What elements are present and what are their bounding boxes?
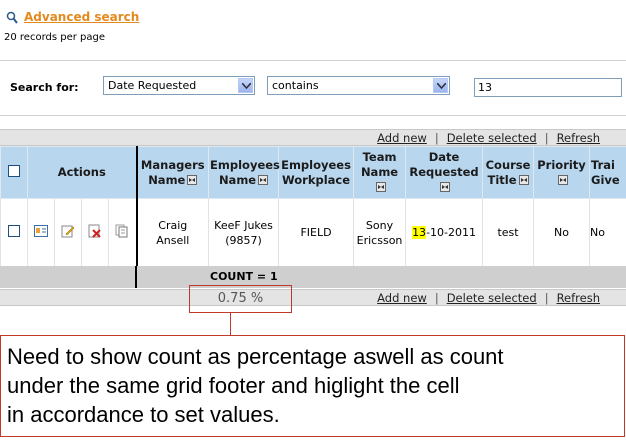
actions-header: Actions [26,146,138,199]
search-input[interactable]: 13 [474,78,622,97]
training-given-header[interactable]: Trai Give [589,146,626,199]
annotation-connector [230,313,231,335]
separator: | [544,291,549,305]
priority-header[interactable]: Priority [533,146,591,199]
magnifier-icon [6,11,18,24]
employees-name-header[interactable]: Employees Name [208,146,280,199]
separator: | [434,291,439,305]
divider [0,60,626,61]
header-label: Name [218,172,257,187]
search-label: Search for: [10,81,79,94]
copy-action-cell [107,198,138,267]
cell-text: Ansell [156,233,190,247]
header-row: Actions Managers Name Employees Name Emplo… [0,146,626,199]
header-label: Give [591,172,620,187]
header-label: Requested [409,165,479,179]
grid-toolbar-bottom: Add new | Delete selected | Refresh [0,289,626,306]
team-name-header[interactable]: Team Name [353,146,407,199]
cell-text: Craig [158,218,188,232]
header-label: Employees [281,157,351,172]
records-per-page: 20 records per page [4,32,106,43]
cell-text: -10-2011 [426,226,476,239]
header-label: Name [360,165,399,179]
grid-toolbar-top: Add new | Delete selected | Refresh [0,129,626,146]
note-line: Need to show count as percentage aswell … [7,344,504,369]
cell-text: Sony [365,218,394,232]
course-title-cell: test [482,198,535,267]
delete-action-cell [81,198,109,267]
advanced-search[interactable]: Advanced search [6,10,139,24]
search-operator-value: contains [272,79,319,92]
date-requested-cell: 13-10-2011 [405,198,484,267]
header-label: Priority [537,157,586,172]
training-given-cell: No [589,198,626,267]
date-requested-header[interactable]: Date Requested [405,146,484,199]
dropdown-arrow-icon[interactable] [433,78,448,93]
refresh-link[interactable]: Refresh [557,131,600,145]
employees-workplace-header[interactable]: Employees Workplace [278,146,355,199]
search-highlight: 13 [412,226,427,239]
delete-selected-link[interactable]: Delete selected [447,131,537,145]
search-field-value: Date Requested [108,79,197,92]
annotation-note: Need to show count as percentage aswell … [0,335,625,437]
add-new-link[interactable]: Add new [377,131,427,145]
managers-name-cell: Craig Ansell [136,198,210,267]
advanced-search-link[interactable]: Advanced search [24,10,139,24]
refresh-link[interactable]: Refresh [557,291,600,305]
team-name-cell: Sony Ericsson [353,198,407,267]
edit-action-cell [54,198,82,267]
header-label: Workplace [282,172,351,187]
select-all-checkbox[interactable] [8,164,20,177]
delete-selected-link[interactable]: Delete selected [447,291,537,305]
header-label: Date [428,150,460,164]
cell-text: Ericsson [356,233,403,247]
employees-name-cell: KeeF Jukes (9857) [208,198,280,267]
cell-text: KeeF Jukes [214,218,273,232]
filter-icon[interactable] [440,182,451,192]
note-line: in accordance to set values. [7,402,280,427]
header-label: Managers [140,157,205,172]
add-new-link[interactable]: Add new [377,291,427,305]
edit-icon[interactable] [61,224,75,238]
percentage-annotation: 0.75 % [189,285,292,313]
separator: | [434,131,439,145]
header-label: Name [148,172,186,187]
grid-footer: COUNT = 1 [0,266,626,288]
priority-cell: No [533,198,591,267]
header-label: Title [487,172,517,187]
header-label: Course [485,157,531,172]
count-label: COUNT = 1 [210,270,278,283]
view-card-icon[interactable] [34,224,48,237]
divider [0,115,626,116]
course-title-header[interactable]: Course Title [482,146,535,199]
separator: | [544,131,549,145]
employees-workplace-cell: FIELD [278,198,355,267]
data-grid: Actions Managers Name Employees Name Emplo… [0,146,626,267]
divider [135,266,137,288]
filter-icon[interactable] [258,174,269,185]
dropdown-arrow-icon[interactable] [238,78,253,93]
row-checkbox[interactable] [8,224,20,237]
managers-name-header[interactable]: Managers Name [136,146,210,199]
cell-text: (9857) [225,233,262,247]
header-label: Team [362,150,397,164]
view-action-cell [27,198,55,267]
search-operator-select[interactable]: contains [267,76,450,95]
filter-icon[interactable] [518,174,529,185]
delete-icon[interactable] [88,224,102,238]
filter-icon[interactable] [375,182,386,192]
filter-icon[interactable] [557,174,568,185]
note-line: under the same grid footer and higlight … [7,373,460,398]
copy-icon[interactable] [115,224,129,238]
header-label: Trai [591,157,615,172]
row-select-cell [0,198,28,267]
page: Advanced search 20 records per page Sear… [0,0,626,440]
select-all-cell [0,146,28,199]
filter-icon[interactable] [187,174,198,185]
header-label: Employees [210,157,280,172]
search-field-select[interactable]: Date Requested [103,76,255,95]
table-row: Craig Ansell KeeF Jukes (9857) FIELD Sony E… [0,198,626,267]
